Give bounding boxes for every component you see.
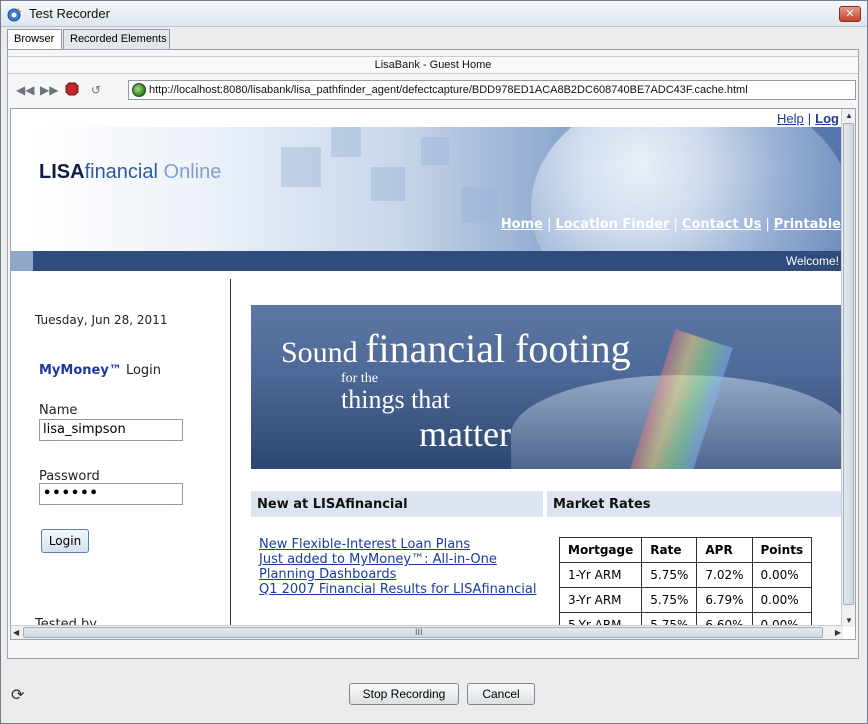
bottom-toolbar: ⟳ Stop Recording Cancel bbox=[1, 661, 867, 723]
help-link[interactable]: Help bbox=[777, 111, 804, 126]
news-list: New Flexible-Interest Loan Plans Just ad… bbox=[259, 537, 539, 597]
password-label: Password bbox=[39, 469, 100, 484]
login-title: MyMoney™ Login bbox=[39, 363, 162, 378]
top-links: Help | Log bbox=[777, 111, 839, 126]
login-column: Tuesday, Jun 28, 2011 MyMoney™ Login Nam… bbox=[11, 279, 231, 639]
forward-icon[interactable]: ▶▶ bbox=[40, 82, 58, 98]
news-header: New at LISAfinancial bbox=[251, 491, 543, 517]
site-header: Help | Log LISAfinancial Online Home | Locat… bbox=[11, 109, 843, 271]
news-link[interactable]: Just added to MyMoney™: All-in-One Plann… bbox=[259, 552, 539, 582]
stop-recording-button[interactable]: Stop Recording bbox=[349, 683, 459, 705]
recorder-app-icon bbox=[7, 7, 22, 22]
table-row: 3-Yr ARM 5.75% 6.79% 0.00% bbox=[558, 587, 813, 613]
column-header: Rate bbox=[641, 537, 698, 563]
link-separator: | bbox=[807, 111, 812, 126]
scroll-grip: III bbox=[415, 627, 423, 637]
scroll-right-icon[interactable]: ▶ bbox=[835, 628, 841, 637]
column-header: APR bbox=[696, 537, 753, 563]
promo-line-3: things that bbox=[341, 385, 451, 414]
window-title: Test Recorder bbox=[29, 6, 110, 21]
url-text: http://localhost:8080/lisabank/lisa_path… bbox=[149, 84, 748, 96]
page-title: LisaBank - Guest Home bbox=[8, 56, 858, 74]
nav-contact-us[interactable]: Contact Us bbox=[682, 217, 761, 232]
header-banner bbox=[31, 127, 843, 251]
refresh-icon[interactable]: ⟳ bbox=[11, 685, 24, 705]
name-input[interactable]: lisa_simpson bbox=[39, 419, 183, 441]
globe-graphic bbox=[531, 127, 843, 251]
table-header-row: Mortgage Rate APR Points bbox=[558, 537, 813, 563]
scroll-down-icon[interactable]: ▼ bbox=[845, 616, 853, 625]
cancel-button[interactable]: Cancel bbox=[467, 683, 535, 705]
horizontal-scroll-thumb[interactable] bbox=[23, 627, 823, 638]
login-button[interactable]: Login bbox=[41, 529, 89, 553]
promo-headline: Sound financial footing bbox=[281, 326, 631, 371]
test-recorder-window: Test Recorder ✕ Browser Recorded Element… bbox=[0, 0, 868, 724]
nav-home[interactable]: Home bbox=[501, 217, 543, 232]
browser-navbar: ◀◀ ▶▶ ↺ http://localhost:8080/lisabank/l… bbox=[8, 78, 858, 104]
tab-browser[interactable]: Browser bbox=[7, 29, 62, 50]
vertical-scroll-thumb[interactable] bbox=[843, 123, 854, 605]
rates-header: Market Rates bbox=[547, 491, 843, 517]
horizontal-scrollbar[interactable]: ◀ III ▶ bbox=[11, 625, 843, 639]
site-logo: LISAfinancial Online bbox=[39, 161, 222, 183]
news-link[interactable]: New Flexible-Interest Loan Plans bbox=[259, 537, 539, 552]
url-field[interactable]: http://localhost:8080/lisabank/lisa_path… bbox=[128, 80, 856, 100]
promo-banner: Sound financial footing for the things t… bbox=[251, 305, 843, 469]
scroll-up-icon[interactable]: ▲ bbox=[845, 111, 853, 120]
column-header: Mortgage bbox=[558, 537, 643, 563]
news-link[interactable]: Q1 2007 Financial Results for LISAfinanc… bbox=[259, 582, 539, 597]
vertical-scrollbar[interactable]: ▲ ▼ bbox=[841, 109, 855, 627]
web-viewport[interactable]: Help | Log LISAfinancial Online Home | Locat… bbox=[10, 108, 856, 640]
promo-line-4: matter bbox=[419, 414, 511, 454]
nav-printable[interactable]: Printable bbox=[774, 217, 841, 232]
browser-panel: LisaBank - Guest Home ◀◀ ▶▶ ↺ http://loc… bbox=[7, 49, 859, 659]
title-bar[interactable]: Test Recorder ✕ bbox=[1, 1, 867, 27]
name-label: Name bbox=[39, 403, 78, 418]
column-header: Points bbox=[751, 537, 813, 563]
close-icon[interactable]: ✕ bbox=[839, 6, 861, 22]
welcome-text: Welcome! bbox=[785, 254, 839, 268]
current-date: Tuesday, Jun 28, 2011 bbox=[35, 313, 168, 327]
back-icon[interactable]: ◀◀ bbox=[16, 82, 34, 98]
site-nav: Home | Location Finder | Contact Us | Printabl… bbox=[500, 217, 841, 232]
nav-location-finder[interactable]: Location Finder bbox=[555, 217, 669, 232]
password-input[interactable]: •••••• bbox=[39, 483, 183, 505]
stop-icon[interactable] bbox=[64, 82, 80, 98]
globe-icon bbox=[132, 83, 146, 97]
rates-table: Mortgage Rate APR Points 1-Yr ARM 5.75% 7.… bbox=[558, 537, 813, 638]
reload-icon[interactable]: ↺ bbox=[88, 82, 104, 98]
table-row: 1-Yr ARM 5.75% 7.02% 0.00% bbox=[558, 562, 813, 588]
scroll-left-icon[interactable]: ◀ bbox=[13, 628, 19, 637]
log-link[interactable]: Log bbox=[815, 111, 839, 126]
tab-recorded-elements[interactable]: Recorded Elements bbox=[63, 29, 170, 49]
welcome-bar: Welcome! bbox=[11, 251, 843, 271]
